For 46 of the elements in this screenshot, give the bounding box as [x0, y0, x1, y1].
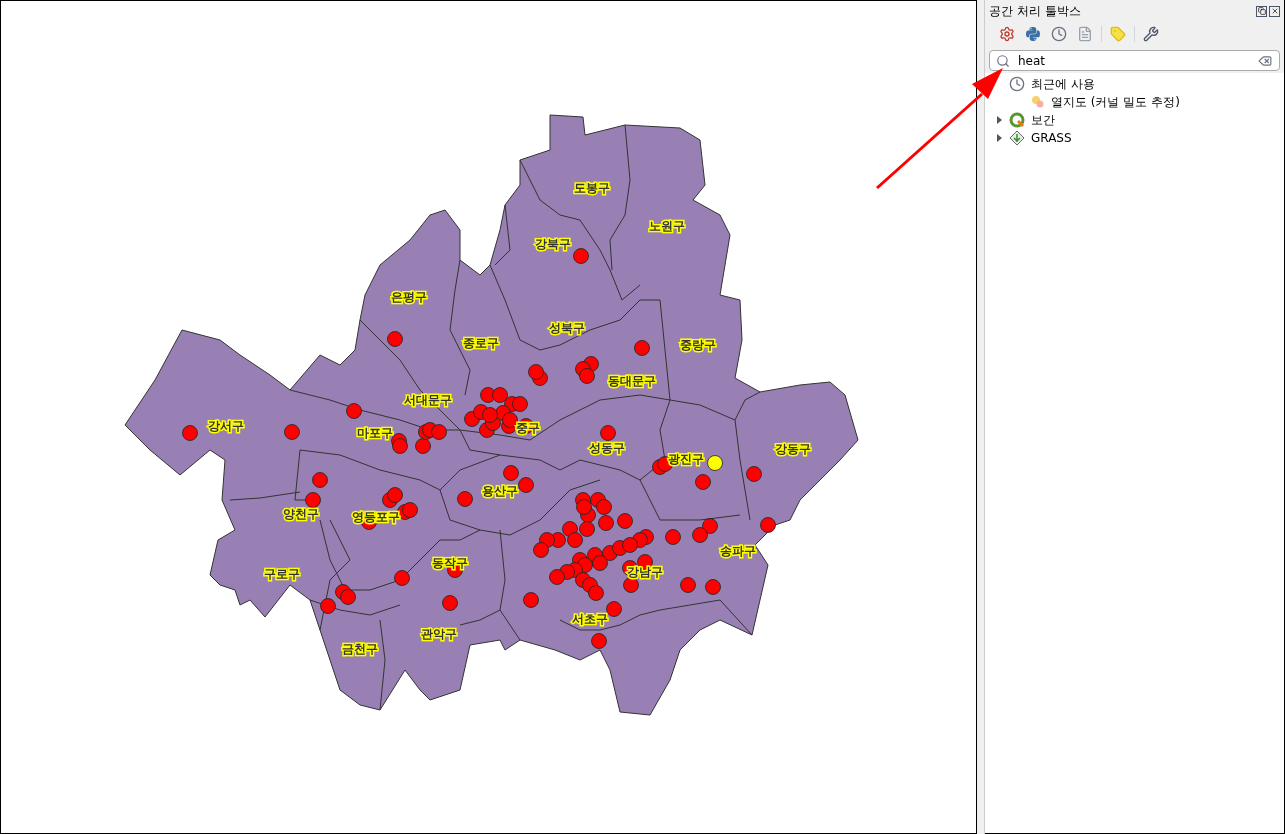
- district-label: 노원구: [649, 219, 685, 233]
- district-label: 용산구: [482, 484, 518, 498]
- tree-item-label: 최근에 사용: [1031, 76, 1095, 93]
- search-bar[interactable]: heat: [989, 50, 1280, 71]
- clock-icon: [1009, 76, 1025, 92]
- district-label: 성동구: [589, 441, 625, 455]
- dots-icon: [1031, 95, 1045, 109]
- district-label: 강동구: [775, 442, 811, 456]
- search-icon: [996, 53, 1010, 68]
- district-label: 광진구: [668, 452, 704, 466]
- district-label: 강서구: [208, 419, 244, 433]
- tree-item-label: 보간: [1031, 112, 1055, 129]
- district-label: 송파구: [720, 544, 756, 558]
- district-label: 종로구: [463, 336, 499, 350]
- district-label: 서초구: [572, 612, 608, 626]
- expand-arrow-icon[interactable]: [996, 116, 1002, 124]
- splitter-handle[interactable]: [977, 0, 985, 834]
- python-icon[interactable]: [1023, 24, 1043, 44]
- district-label: 도봉구: [574, 181, 610, 195]
- search-field[interactable]: heat: [1018, 51, 1249, 70]
- district-label: 강북구: [535, 237, 571, 251]
- close-button[interactable]: [1269, 5, 1280, 17]
- district-label: 양천구: [283, 507, 319, 521]
- district-label: 관악구: [421, 627, 457, 641]
- q-logo-icon: [1009, 112, 1025, 128]
- district-label: 은평구: [391, 290, 427, 304]
- float-button[interactable]: [1256, 5, 1267, 17]
- district-label: 금천구: [342, 642, 378, 656]
- expand-arrow-icon[interactable]: [996, 134, 1002, 142]
- district-label: 성북구: [549, 321, 585, 335]
- district-label: 동작구: [432, 556, 468, 570]
- tree-item-label: 열지도 (커널 밀도 추정): [1051, 94, 1180, 111]
- tree-item[interactable]: 최근에 사용: [1009, 75, 1095, 93]
- tree-item[interactable]: 열지도 (커널 밀도 추정): [1031, 93, 1180, 111]
- panel-title: 공간 처리 툴박스: [989, 3, 1081, 20]
- tree-item[interactable]: GRASS: [1009, 129, 1072, 147]
- district-label: 구로구: [264, 567, 300, 581]
- clear-icon[interactable]: [1257, 53, 1273, 68]
- district-label: 중랑구: [680, 338, 716, 352]
- district-label: 동대문구: [608, 374, 656, 388]
- tree-item-label: GRASS: [1031, 130, 1072, 147]
- tree-item[interactable]: 보간: [1009, 111, 1055, 129]
- district-label: 마포구: [357, 426, 393, 440]
- clock-icon[interactable]: [1049, 24, 1069, 44]
- wrench-icon[interactable]: [1141, 24, 1161, 44]
- diamond-leaf-icon: [1009, 130, 1025, 146]
